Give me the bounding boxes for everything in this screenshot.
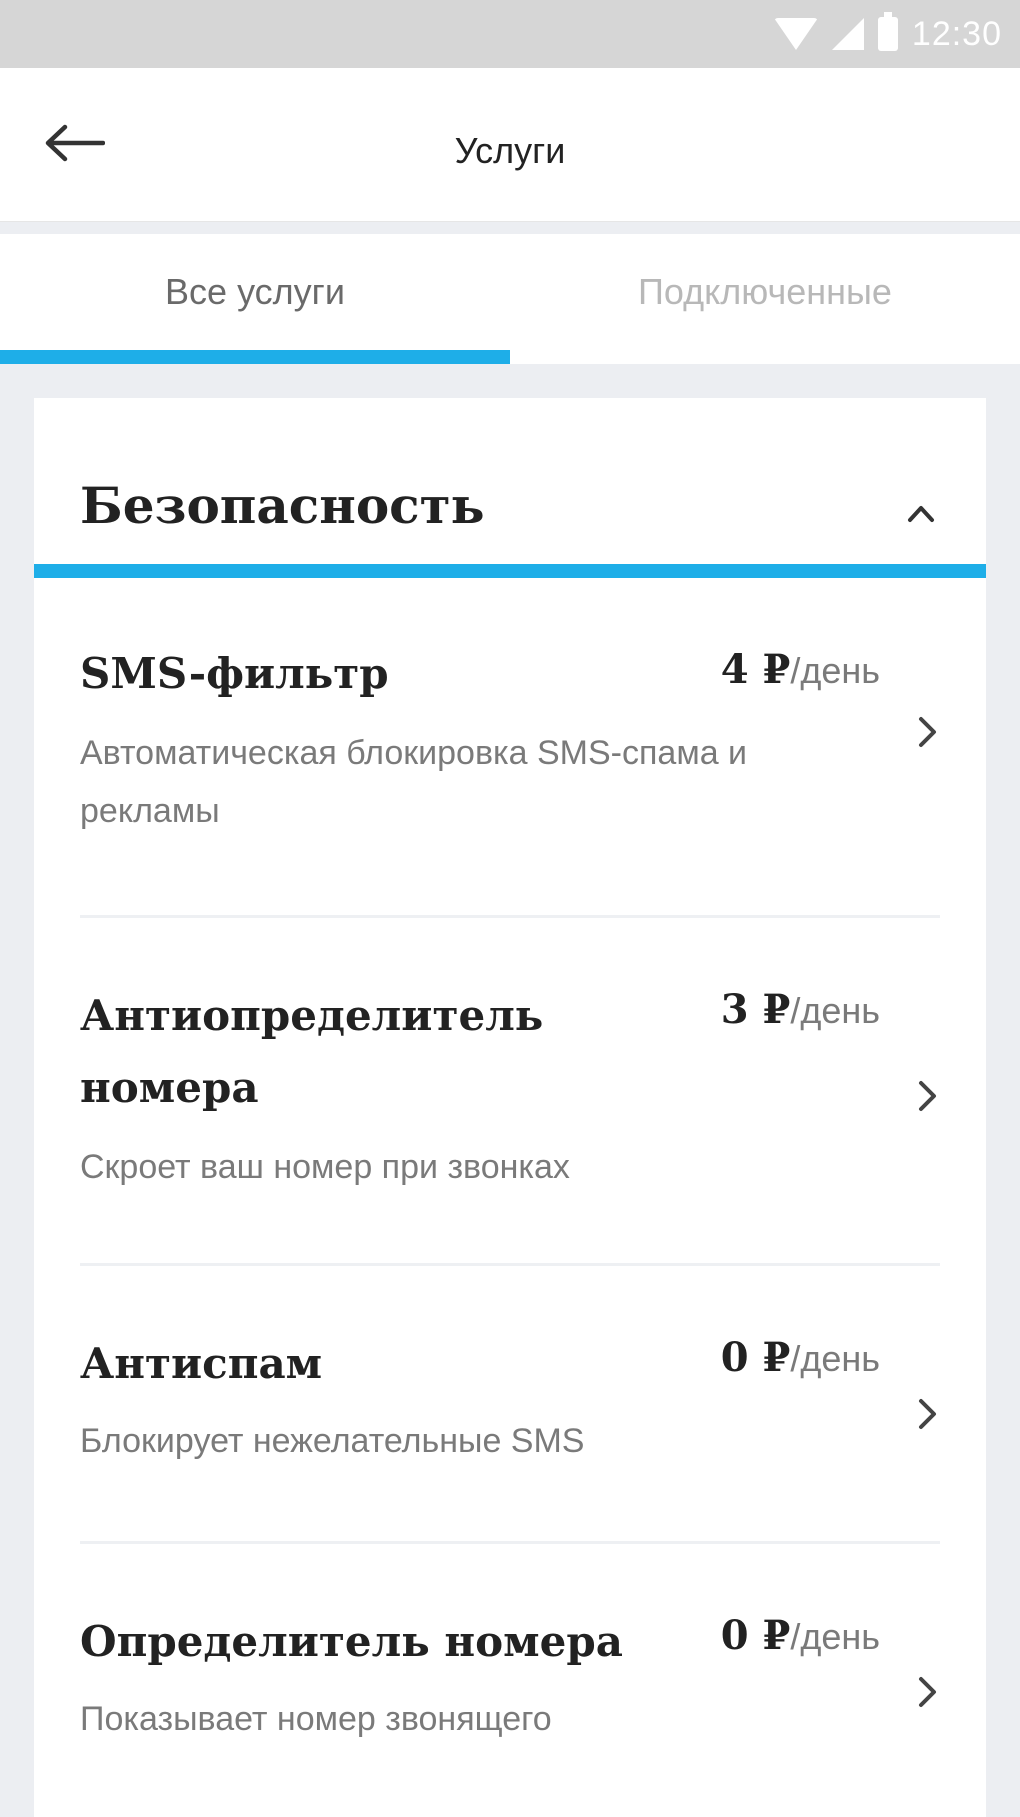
chevron-right-icon: [919, 1399, 936, 1429]
battery-icon: [877, 12, 898, 51]
service-name: SMS-фильтр: [80, 649, 389, 698]
price-amount: 0 ₽: [720, 1334, 791, 1381]
list-item-antispam[interactable]: Антиспам Блокирует нежелательные SMS 0 ₽…: [80, 1266, 940, 1544]
chevron-right-icon: [919, 1677, 936, 1707]
service-description: Автоматическая блокировка SMS-спама и ре…: [80, 734, 748, 830]
section-header-security[interactable]: Безопасность: [34, 398, 986, 578]
price-amount: 4 ₽: [720, 646, 791, 693]
service-description: Показывает номер звонящего: [80, 1700, 552, 1738]
price-unit: /день: [790, 650, 880, 691]
service-price: 0 ₽/день: [721, 1612, 880, 1659]
wifi-icon: [773, 18, 818, 50]
page-title: Услуги: [454, 130, 566, 171]
service-price: 3 ₽/день: [721, 986, 880, 1033]
tab-all-services[interactable]: Все услуги: [0, 234, 510, 364]
list-item-sms-filter[interactable]: SMS-фильтр Автоматическая блокировка SMS…: [80, 578, 940, 918]
price-unit: /день: [790, 990, 880, 1031]
tab-bar: Все услуги Подключенные: [0, 234, 1020, 364]
price-unit: /день: [790, 1616, 880, 1657]
chevron-up-icon[interactable]: [906, 498, 936, 528]
service-name: Антиопределитель номера: [80, 991, 544, 1112]
service-list: SMS-фильтр Автоматическая блокировка SMS…: [34, 578, 986, 1804]
service-price: 0 ₽/день: [721, 1334, 880, 1381]
tab-label: Все услуги: [165, 271, 345, 312]
services-card: Безопасность SMS-фильтр Автоматическая б…: [34, 398, 986, 1817]
chevron-right-icon: [919, 717, 936, 747]
tab-connected[interactable]: Подключенные: [510, 234, 1020, 364]
tab-label: Подключенные: [638, 271, 892, 312]
price-amount: 0 ₽: [720, 1612, 791, 1659]
price-unit: /день: [790, 1338, 880, 1379]
app-bar: Услуги: [0, 68, 1020, 222]
price-amount: 3 ₽: [720, 986, 791, 1033]
service-name: Антиспам: [80, 1339, 323, 1388]
service-description: Блокирует нежелательные SMS: [80, 1422, 585, 1460]
chevron-right-icon: [919, 1081, 936, 1111]
status-time: 12:30: [911, 14, 1002, 53]
service-name: Определитель номера: [80, 1617, 623, 1666]
list-item-caller-id[interactable]: Определитель номера Показывает номер зво…: [80, 1544, 940, 1804]
list-item-anti-caller-id[interactable]: Антиопределитель номера Скроет ваш номер…: [80, 918, 940, 1266]
section-title: Безопасность: [80, 476, 485, 535]
service-description: Скроет ваш номер при звонках: [80, 1148, 570, 1186]
status-bar: 12:30: [0, 0, 1020, 68]
signal-icon: [831, 18, 864, 50]
service-price: 4 ₽/день: [721, 646, 880, 693]
